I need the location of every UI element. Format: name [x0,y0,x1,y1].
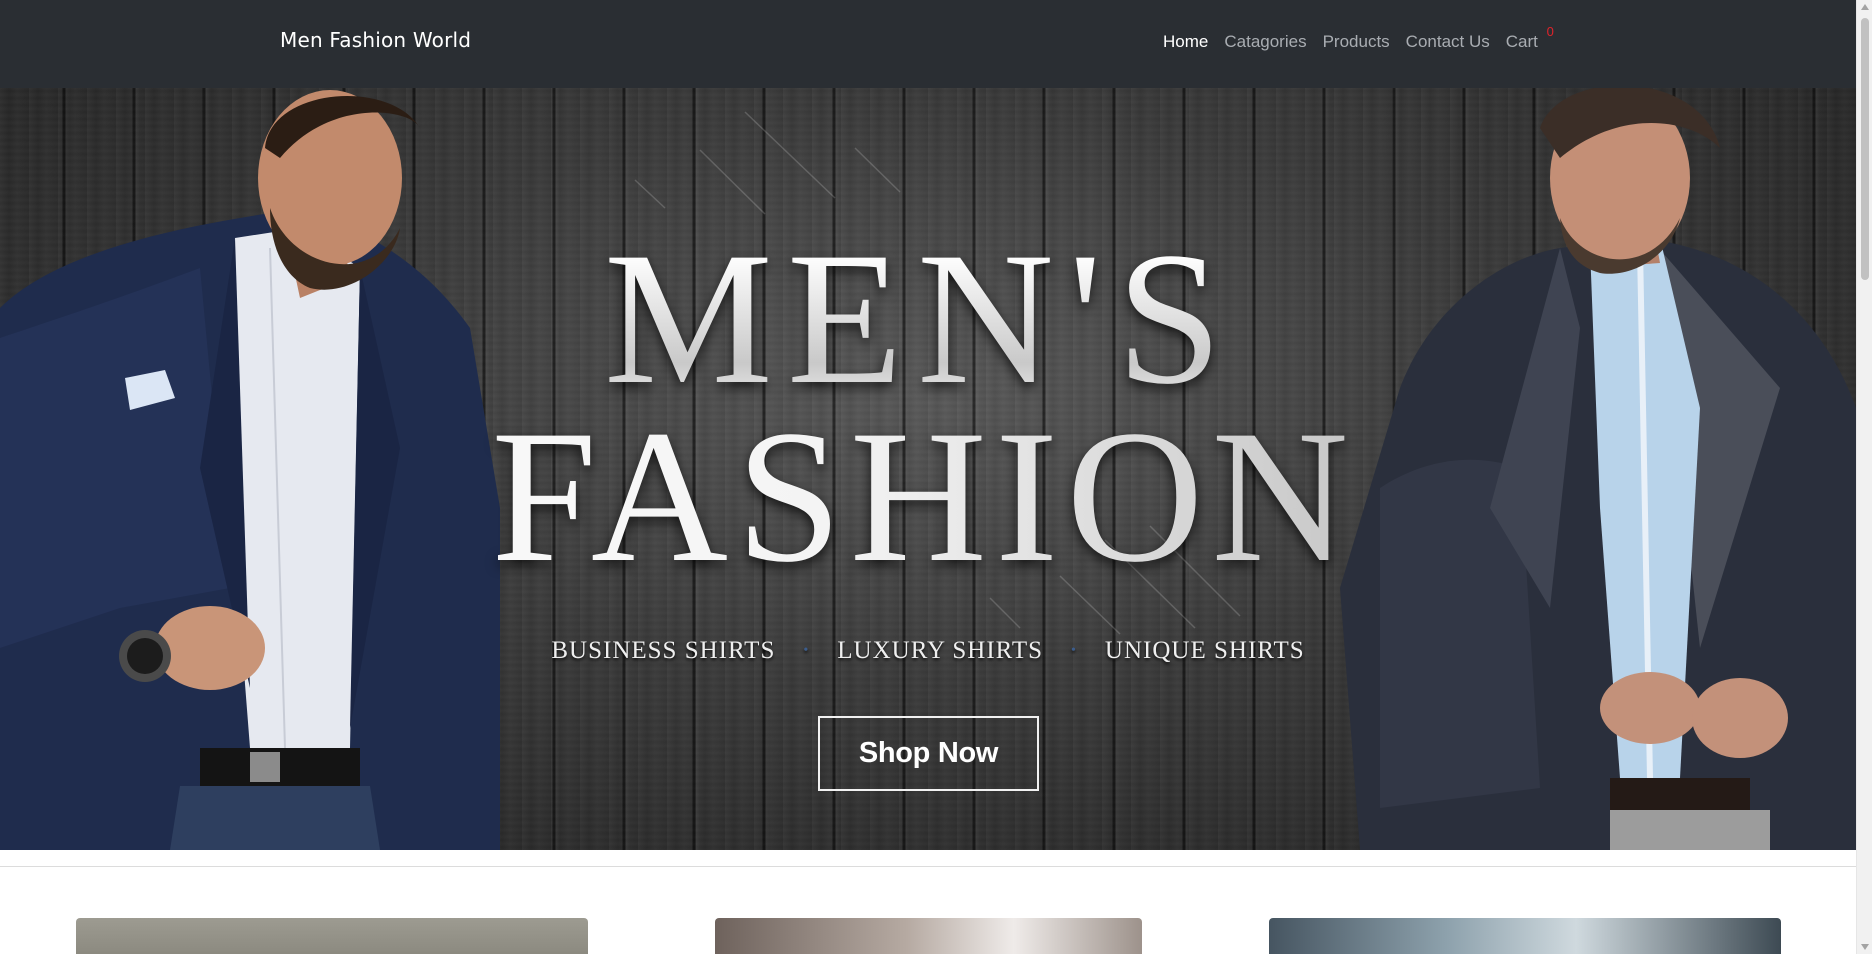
nav-link-home[interactable]: Home [1163,32,1208,52]
tagline-business-shirts: BUSINESS SHIRTS [551,637,776,664]
section-divider [0,866,1856,867]
cart-count-badge: 0 [1546,24,1554,39]
nav-link-contact-us[interactable]: Contact Us [1406,32,1490,52]
tagline-luxury-shirts: LUXURY SHIRTS [837,637,1044,664]
navbar: Men Fashion World Home Catagories Produc… [0,0,1856,88]
category-card-image[interactable] [76,918,588,954]
scrollbar-thumb[interactable] [1861,18,1869,280]
page-scrollbar[interactable] [1856,0,1872,954]
category-card-image[interactable] [1269,918,1781,954]
chevron-down-icon[interactable] [1861,944,1869,950]
nav-link-categories[interactable]: Catagories [1224,32,1306,52]
chevron-up-icon[interactable] [1861,4,1869,10]
brand-logo[interactable]: Men Fashion World [280,28,471,52]
cart-label: Cart [1505,32,1538,51]
hero-title-line2: FASHION [0,388,1852,606]
tagline-separator-icon: • [803,643,810,658]
nav-link-products[interactable]: Products [1323,32,1390,52]
main-nav: Home Catagories Products Contact Us Cart… [1163,24,1554,52]
tagline-unique-shirts: UNIQUE SHIRTS [1104,637,1305,664]
shop-now-button[interactable]: Shop Now [818,716,1039,791]
category-card-image[interactable] [715,918,1142,954]
hero-banner: MEN'S FASHION BUSINESS SHIRTS • LUXURY S… [0,88,1856,850]
hero-tagline: BUSINESS SHIRTS • LUXURY SHIRTS • UNIQUE… [0,637,1856,665]
tagline-separator-icon: • [1071,643,1077,658]
nav-link-cart[interactable]: Cart 0 [1505,24,1554,52]
